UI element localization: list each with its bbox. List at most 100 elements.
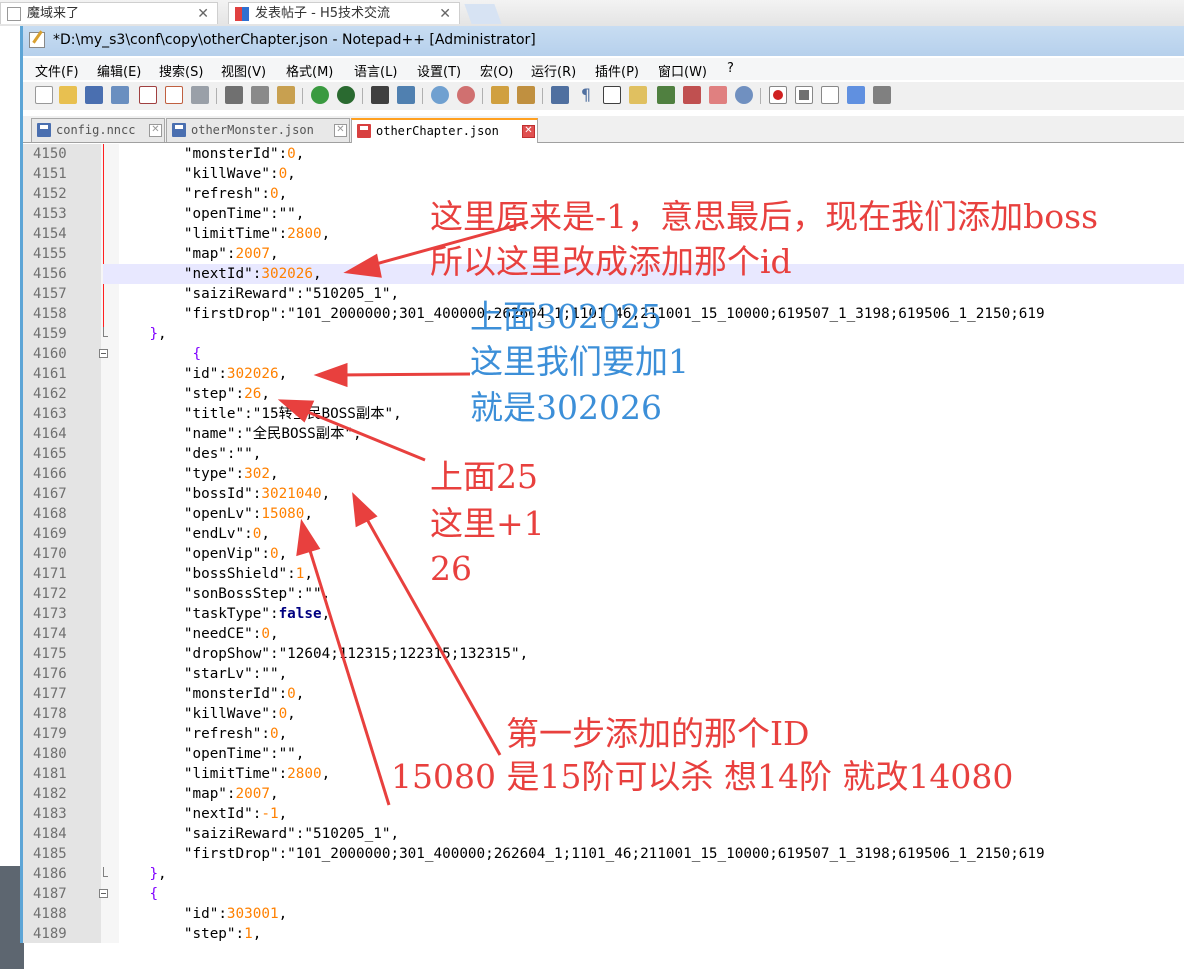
browser-tab[interactable]: 魔域来了 ✕ — [0, 2, 218, 24]
save-all-icon[interactable] — [111, 86, 129, 104]
line-number: 4179 — [33, 726, 67, 742]
line-number: 4174 — [33, 626, 67, 642]
code-line[interactable]: 4167 "bossId":3021040, — [23, 484, 1184, 504]
code-line[interactable]: 4177 "monsterId":0, — [23, 684, 1184, 704]
code-line[interactable]: 4165 "des":"", — [23, 444, 1184, 464]
close-tab-icon[interactable]: ✕ — [522, 125, 535, 138]
function-list-icon[interactable] — [683, 86, 701, 104]
saved-file-icon — [172, 123, 186, 137]
menu-file[interactable]: 文件(F) — [35, 61, 79, 80]
window-title: *D:\my_s3\conf\copy\otherChapter.json - … — [53, 32, 536, 48]
save-macro-icon[interactable] — [873, 86, 891, 104]
open-file-icon[interactable] — [59, 86, 77, 104]
redo-icon[interactable] — [337, 86, 355, 104]
cut-icon[interactable] — [225, 86, 243, 104]
menu-plugins[interactable]: 插件(P) — [595, 61, 639, 80]
code-line[interactable]: 4174 "needCE":0, — [23, 624, 1184, 644]
code-line[interactable]: 4170 "openVip":0, — [23, 544, 1184, 564]
site-icon — [235, 7, 249, 21]
copy-icon[interactable] — [251, 86, 269, 104]
code-line[interactable]: 4171 "bossShield":1, — [23, 564, 1184, 584]
code-line[interactable]: 4168 "openLv":15080, — [23, 504, 1184, 524]
new-file-icon[interactable] — [35, 86, 53, 104]
sync-vertical-icon[interactable] — [491, 86, 509, 104]
stop-macro-icon[interactable] — [795, 86, 813, 104]
close-tab-icon[interactable]: ✕ — [334, 124, 347, 137]
line-number: 4183 — [33, 806, 67, 822]
menu-search[interactable]: 搜索(S) — [159, 61, 203, 80]
print-icon[interactable] — [191, 86, 209, 104]
close-icon[interactable]: ✕ — [439, 3, 451, 24]
code-line[interactable]: 4166 "type":302, — [23, 464, 1184, 484]
code-line[interactable]: 4173 "taskType":false, — [23, 604, 1184, 624]
udl-icon[interactable] — [629, 86, 647, 104]
record-macro-icon[interactable] — [769, 86, 787, 104]
line-number: 4189 — [33, 926, 67, 942]
line-number: 4172 — [33, 586, 67, 602]
menu-settings[interactable]: 设置(T) — [417, 61, 461, 80]
new-tab-button[interactable] — [464, 4, 502, 24]
menu-macro[interactable]: 宏(O) — [480, 61, 513, 80]
find-icon[interactable] — [371, 86, 389, 104]
code-text: "nextId":302026, — [183, 266, 322, 282]
line-number: 4188 — [33, 906, 67, 922]
code-text: "map":2007, — [183, 786, 279, 802]
notepad-window: *D:\my_s3\conf\copy\otherChapter.json - … — [20, 26, 1184, 943]
line-number: 4173 — [33, 606, 67, 622]
code-line[interactable]: 4189 "step":1, — [23, 924, 1184, 943]
word-wrap-icon[interactable] — [551, 86, 569, 104]
code-text: "saiziReward":"510205_1", — [183, 826, 400, 842]
code-line[interactable]: 4184 "saiziReward":"510205_1", — [23, 824, 1184, 844]
code-line[interactable]: 4186 }, — [23, 864, 1184, 884]
line-number: 4177 — [33, 686, 67, 702]
zoom-in-icon[interactable] — [431, 86, 449, 104]
code-line[interactable]: 4151 "killWave":0, — [23, 164, 1184, 184]
close-all-icon[interactable] — [165, 86, 183, 104]
indent-guide-icon[interactable] — [603, 86, 621, 104]
code-line[interactable]: 4172 "sonBossStep":"", — [23, 584, 1184, 604]
browser-tab[interactable]: 发表帖子 - H5技术交流 ✕ — [228, 2, 460, 24]
file-tab-label: otherMonster.json — [191, 123, 314, 137]
menu-help[interactable]: ? — [727, 61, 734, 76]
show-all-chars-icon[interactable]: ¶ — [577, 86, 595, 104]
menu-view[interactable]: 视图(V) — [221, 61, 266, 80]
menu-format[interactable]: 格式(M) — [286, 61, 333, 80]
menu-edit[interactable]: 编辑(E) — [97, 61, 141, 80]
menu-window[interactable]: 窗口(W) — [658, 61, 707, 80]
close-file-icon[interactable] — [139, 86, 157, 104]
doc-map-icon[interactable] — [657, 86, 675, 104]
paste-icon[interactable] — [277, 86, 295, 104]
annotation-text: 上面302025 — [470, 297, 662, 336]
file-tab-active[interactable]: otherChapter.json ✕ — [351, 118, 538, 143]
replace-icon[interactable] — [397, 86, 415, 104]
code-text: "nextId":-1, — [183, 806, 288, 822]
close-icon[interactable]: ✕ — [197, 3, 209, 24]
code-line[interactable]: 4188 "id":303001, — [23, 904, 1184, 924]
toolbar: ¶ — [23, 82, 1184, 110]
line-number: 4169 — [33, 526, 67, 542]
save-icon[interactable] — [85, 86, 103, 104]
code-line[interactable]: 4183 "nextId":-1, — [23, 804, 1184, 824]
file-tab[interactable]: config.nncc ✕ — [31, 118, 165, 142]
close-tab-icon[interactable]: ✕ — [149, 124, 162, 137]
file-tab[interactable]: otherMonster.json ✕ — [166, 118, 350, 142]
code-line[interactable]: 4185 "firstDrop":"101_2000000;301_400000… — [23, 844, 1184, 864]
menu-run[interactable]: 运行(R) — [531, 61, 576, 80]
undo-icon[interactable] — [311, 86, 329, 104]
line-number: 4150 — [33, 146, 67, 162]
code-line[interactable]: 4150 "monsterId":0, — [23, 144, 1184, 164]
menu-bar: 文件(F) 编辑(E) 搜索(S) 视图(V) 格式(M) 语言(L) 设置(T… — [23, 58, 1184, 80]
title-bar[interactable]: *D:\my_s3\conf\copy\otherChapter.json - … — [23, 26, 1184, 56]
code-line[interactable]: 4175 "dropShow":"12604;112315;122315;132… — [23, 644, 1184, 664]
code-line[interactable]: 4176 "starLv":"", — [23, 664, 1184, 684]
zoom-out-icon[interactable] — [457, 86, 475, 104]
code-text: { — [149, 886, 159, 902]
monitoring-icon[interactable] — [735, 86, 753, 104]
code-line[interactable]: 4187 { — [23, 884, 1184, 904]
play-macro-icon[interactable] — [821, 86, 839, 104]
menu-language[interactable]: 语言(L) — [354, 61, 397, 80]
sync-horizontal-icon[interactable] — [517, 86, 535, 104]
code-line[interactable]: 4169 "endLv":0, — [23, 524, 1184, 544]
folder-workspace-icon[interactable] — [709, 86, 727, 104]
run-macro-multiple-icon[interactable] — [847, 86, 865, 104]
